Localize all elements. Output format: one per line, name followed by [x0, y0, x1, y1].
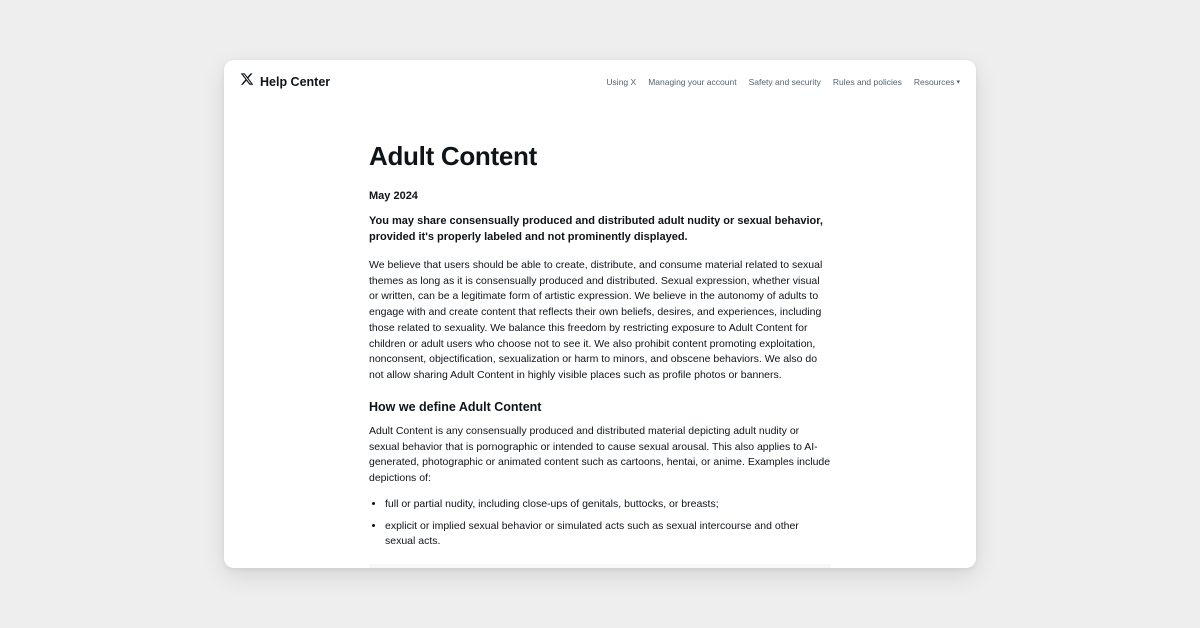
define-bullet-list: full or partial nudity, including close-…	[369, 497, 831, 550]
nav-using-x[interactable]: Using X	[606, 77, 636, 87]
page-title: Adult Content	[369, 141, 831, 172]
x-logo-icon	[240, 72, 254, 91]
article-date: May 2024	[369, 190, 831, 202]
header: Help Center Using X Managing your accoun…	[224, 60, 976, 101]
define-paragraph: Adult Content is any consensually produc…	[369, 424, 831, 487]
define-heading: How we define Adult Content	[369, 400, 831, 414]
nav-resources-label: Resources	[914, 77, 955, 87]
article-lead: You may share consensually produced and …	[369, 214, 831, 246]
chevron-down-icon: ▾	[956, 78, 960, 86]
nav-resources[interactable]: Resources ▾	[914, 77, 960, 87]
nav-safety-security[interactable]: Safety and security	[749, 77, 821, 87]
intro-paragraph: We believe that users should be able to …	[369, 258, 831, 384]
help-article-card: Help Center Using X Managing your accoun…	[224, 60, 976, 568]
brand[interactable]: Help Center	[240, 72, 330, 91]
top-nav: Using X Managing your account Safety and…	[606, 77, 960, 87]
list-item: full or partial nudity, including close-…	[385, 497, 831, 513]
brand-text: Help Center	[260, 75, 330, 89]
nav-managing-account[interactable]: Managing your account	[648, 77, 736, 87]
enforcement-accordion[interactable]: Learn more about our enforcement ⌄	[369, 564, 831, 568]
list-item: explicit or implied sexual behavior or s…	[385, 519, 831, 551]
nav-rules-policies[interactable]: Rules and policies	[833, 77, 902, 87]
article-content: Adult Content May 2024 You may share con…	[224, 101, 976, 568]
